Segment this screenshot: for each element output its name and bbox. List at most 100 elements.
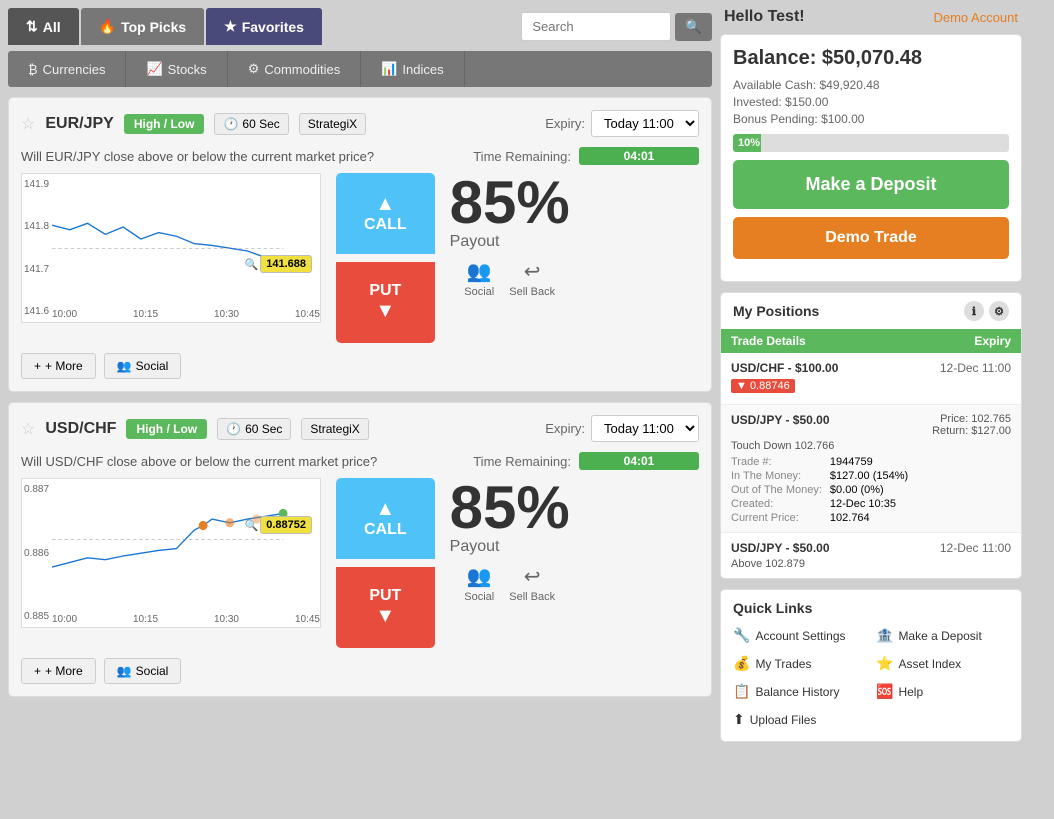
position-row-usdjpy1: USD/JPY - $50.00 Price: 102.765 Return: … [721, 405, 1021, 533]
strategy-badge-eurjpy: StrategiX [299, 113, 366, 135]
social-item-usdchf[interactable]: 👥 Social [464, 564, 494, 603]
magnifier-icon-eurjpy: 🔍 [245, 258, 259, 271]
help-icon: 🆘 [876, 683, 893, 700]
position-row-usdjpy2: USD/JPY - $50.00 12-Dec 11:00 Above 102.… [721, 533, 1021, 578]
tab-top-picks[interactable]: 🔥 Top Picks [81, 8, 205, 45]
expiry-select-eurjpy[interactable]: Today 11:00 [591, 110, 699, 137]
quicklink-make-deposit[interactable]: 🏦 Make a Deposit [876, 624, 1009, 647]
sellback-item-eurjpy[interactable]: ↩ Sell Back [509, 259, 555, 298]
positions-header: My Positions ℹ ⚙ [721, 293, 1021, 329]
quicklink-balance-history[interactable]: 📋 Balance History [733, 680, 866, 703]
positions-table-header: Trade Details Expiry [721, 329, 1021, 353]
pos-asset-usdjpy1: USD/JPY - $50.00 [731, 413, 830, 437]
tab-all[interactable]: ⇅ All [8, 8, 79, 45]
duration-badge-eurjpy: 🕐 60 Sec [214, 113, 288, 135]
account-settings-icon: 🔧 [733, 627, 750, 644]
time-remaining-eurjpy: Time Remaining: 04:01 [473, 147, 699, 165]
quicklinks-box: Quick Links 🔧 Account Settings 🏦 Make a … [720, 589, 1022, 742]
search-button[interactable]: 🔍 [675, 13, 712, 41]
put-button-eurjpy[interactable]: PUT ▼ [336, 262, 435, 343]
payout-section-eurjpy: 85% Payout 👥 Social ↩ Sell Back [450, 173, 570, 298]
tab-favorites[interactable]: ★ Favorites [206, 8, 322, 45]
gear-icon[interactable]: ⚙ [989, 301, 1009, 321]
make-deposit-icon: 🏦 [876, 627, 893, 644]
usdchf-chart-svg [52, 484, 292, 604]
my-trades-icon: 💰 [733, 655, 750, 672]
pos-expiry-usdjpy2: 12-Dec 11:00 [940, 541, 1011, 555]
favorite-star-eurjpy[interactable]: ☆ [21, 114, 35, 134]
expiry-select-usdchf[interactable]: Today 11:00 [591, 415, 699, 442]
demo-account-link[interactable]: Demo Account [933, 10, 1018, 25]
plus-icon-usdchf: + [34, 664, 41, 678]
current-price-usdchf: 0.88752 [260, 516, 312, 534]
positions-title: My Positions [733, 303, 819, 319]
balance-box: Balance: $50,070.48 Available Cash: $49,… [720, 34, 1022, 282]
more-button-eurjpy[interactable]: + + More [21, 353, 96, 379]
search-input[interactable] [521, 12, 671, 41]
time-remaining-label-eurjpy: Time Remaining: [473, 149, 571, 164]
deposit-button[interactable]: Make a Deposit [733, 160, 1009, 209]
available-cash: Available Cash: $49,920.48 [733, 78, 1009, 92]
quicklink-my-trades[interactable]: 💰 My Trades [733, 652, 866, 675]
card-question-eurjpy: Will EUR/JPY close above or below the cu… [21, 149, 374, 164]
sellback-item-usdchf[interactable]: ↩ Sell Back [509, 564, 555, 603]
card-header-usdchf: ☆ USD/CHF High / Low 🕐 60 Sec StrategiX … [21, 415, 699, 442]
col-trade-details: Trade Details [731, 334, 806, 348]
quicklink-asset-index[interactable]: ⭐ Asset Index [876, 652, 1009, 675]
pos-tag-usdchf: ▼ 0.88746 [731, 379, 795, 393]
card-footer-eurjpy: + + More 👥 Social [21, 353, 699, 379]
quicklink-account-settings[interactable]: 🔧 Account Settings [733, 624, 866, 647]
trade-buttons-eurjpy: ▲ CALL PUT ▼ [336, 173, 435, 343]
commodities-icon: ⚙ [248, 61, 260, 77]
quicklink-help[interactable]: 🆘 Help [876, 680, 1009, 703]
expiry-label-usdchf: Expiry: [545, 421, 585, 436]
pos-touch-usdjpy1: Touch Down 102.766 [731, 440, 1011, 452]
trade-card-usdchf: ☆ USD/CHF High / Low 🕐 60 Sec StrategiX … [8, 402, 712, 697]
pos-price-usdjpy1: Price: 102.765 [932, 413, 1011, 425]
trade-buttons-usdchf: ▲ CALL PUT ▼ [336, 478, 435, 648]
card-body-eurjpy: 141.9 141.8 141.7 141.6 [21, 173, 699, 343]
subnav-stocks[interactable]: 📈 Stocks [126, 51, 227, 87]
more-button-usdchf[interactable]: + + More [21, 658, 96, 684]
chart-y-labels-eurjpy: 141.9 141.8 141.7 141.6 [24, 174, 49, 322]
price-indicator-usdchf: 🔍 0.88752 [245, 516, 312, 534]
pos-return-usdjpy1: Return: $127.00 [932, 425, 1011, 437]
put-button-usdchf[interactable]: PUT ▼ [336, 567, 435, 648]
price-indicator-eurjpy: 🔍 141.688 [245, 255, 312, 273]
favorite-star-usdchf[interactable]: ☆ [21, 419, 35, 439]
trade-card-eurjpy: ☆ EUR/JPY High / Low 🕐 60 Sec StrategiX … [8, 97, 712, 392]
pos-asset-usdjpy2: USD/JPY - $50.00 [731, 541, 830, 555]
balance-history-icon: 📋 [733, 683, 750, 700]
buttons-payout-eurjpy: ▲ CALL PUT ▼ 85% Payout 👥 Social [336, 173, 570, 343]
magnifier-icon-usdchf: 🔍 [245, 519, 259, 532]
balance-title: Balance: $50,070.48 [733, 47, 1009, 70]
asset-name-eurjpy: EUR/JPY [45, 115, 113, 133]
demo-trade-button[interactable]: Demo Trade [733, 217, 1009, 259]
star-icon: ★ [224, 18, 237, 35]
call-button-eurjpy[interactable]: ▲ CALL [336, 173, 435, 254]
info-icon[interactable]: ℹ [964, 301, 984, 321]
positions-box: My Positions ℹ ⚙ Trade Details Expiry US… [720, 292, 1022, 579]
payout-section-usdchf: 85% Payout 👥 Social ↩ Sell Back [450, 478, 570, 603]
stocks-icon: 📈 [146, 61, 162, 77]
payout-percent-eurjpy: 85% [450, 173, 570, 233]
positions-header-icons: ℹ ⚙ [964, 301, 1009, 321]
subnav-currencies[interactable]: ₿ Currencies [8, 51, 126, 87]
chart-y-labels-usdchf: 0.887 0.886 0.885 [24, 479, 49, 627]
quicklink-upload-files[interactable]: ⬆ Upload Files [733, 708, 866, 731]
position-row-usdchf: USD/CHF - $100.00 12-Dec 11:00 ▼ 0.88746 [721, 353, 1021, 405]
subnav-indices[interactable]: 📊 Indices [361, 51, 464, 87]
social-item-eurjpy[interactable]: 👥 Social [464, 259, 494, 298]
indices-icon: 📊 [381, 61, 397, 77]
chart-x-labels-usdchf: 10:00 10:15 10:30 10:45 [52, 614, 320, 625]
asset-index-icon: ⭐ [876, 655, 893, 672]
social-footer-button-eurjpy[interactable]: 👥 Social [104, 353, 182, 379]
people-icon-usdchf: 👥 [117, 664, 132, 678]
expiry-label-eurjpy: Expiry: [545, 116, 585, 131]
bonus-pending: Bonus Pending: $100.00 [733, 112, 1009, 126]
chart-eurjpy: 141.9 141.8 141.7 141.6 [21, 173, 321, 323]
call-button-usdchf[interactable]: ▲ CALL [336, 478, 435, 559]
subnav-commodities[interactable]: ⚙ Commodities [228, 51, 362, 87]
social-footer-button-usdchf[interactable]: 👥 Social [104, 658, 182, 684]
nav-tabs: ⇅ All 🔥 Top Picks ★ Favorites [8, 8, 501, 45]
